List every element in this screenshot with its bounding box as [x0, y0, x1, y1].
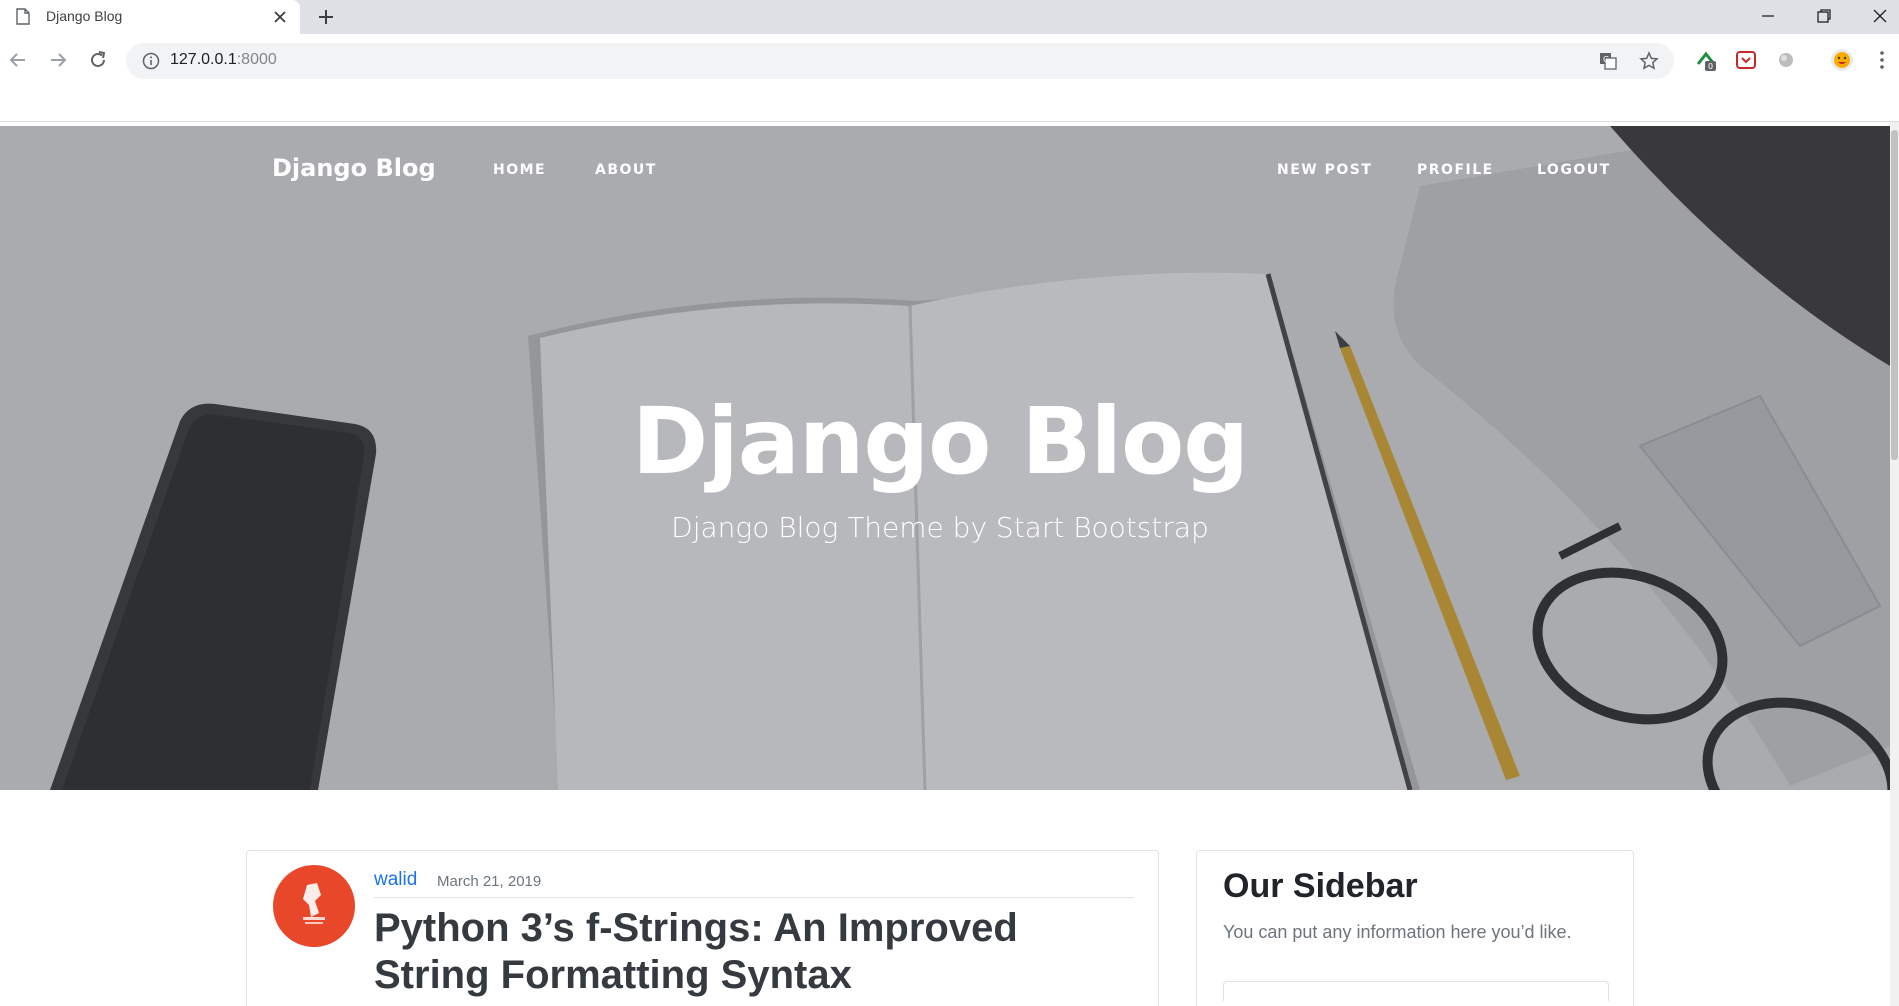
page-viewport: Django Blog Home About New Post Profile … [0, 122, 1899, 1006]
page-icon [16, 8, 30, 25]
nav-logout[interactable]: Logout [1537, 162, 1611, 178]
sidebar-title: Our Sidebar [1223, 867, 1418, 905]
post-divider [374, 897, 1134, 898]
address-bar[interactable]: 127.0.0.1:8000 G [126, 43, 1674, 79]
reload-icon[interactable] [86, 48, 110, 72]
info-icon[interactable] [142, 52, 160, 70]
scrollbar-thumb[interactable] [1891, 130, 1898, 460]
post-author-link[interactable]: walid [374, 869, 417, 891]
pocket-icon[interactable] [1734, 48, 1758, 72]
nav-about[interactable]: About [595, 162, 657, 178]
nav-home[interactable]: Home [493, 162, 546, 178]
restore-icon[interactable] [1814, 6, 1834, 26]
close-window-icon[interactable] [1870, 6, 1890, 26]
url-host: 127.0.0.1 [170, 51, 237, 68]
forward-icon[interactable] [46, 48, 70, 72]
site-navbar: Django Blog Home About New Post Profile … [0, 126, 1890, 206]
author-avatar[interactable] [273, 865, 355, 947]
profile-avatar-icon[interactable] [1830, 48, 1854, 72]
browser-tabstrip: Django Blog [0, 0, 1899, 34]
site-brand[interactable]: Django Blog [272, 154, 436, 182]
sidebar-text: You can put any information here you’d l… [1223, 922, 1572, 942]
extension-badge: 0 [1708, 62, 1713, 71]
post-card: walid March 21, 2019 Python 3’s f-String… [246, 850, 1159, 1006]
django-logo-icon [303, 883, 325, 924]
nav-new-post[interactable]: New Post [1277, 162, 1372, 178]
new-tab-icon[interactable] [316, 7, 336, 27]
browser-toolbar: 127.0.0.1:8000 G 0 [0, 34, 1899, 122]
page-scrollbar[interactable] [1890, 122, 1899, 1006]
url-text[interactable]: 127.0.0.1:8000 [170, 51, 277, 69]
nav-profile[interactable]: Profile [1417, 162, 1494, 178]
back-icon[interactable] [6, 48, 30, 72]
tab-title: Django Blog [46, 8, 123, 24]
translate-icon[interactable]: G [1598, 51, 1618, 71]
minimize-icon[interactable] [1758, 6, 1778, 26]
post-title[interactable]: Python 3’s f-Strings: An Improved String… [374, 905, 1134, 999]
bookmark-star-icon[interactable] [1639, 51, 1659, 71]
extension-circle-icon[interactable] [1774, 48, 1798, 72]
masthead: Django Blog Home About New Post Profile … [0, 126, 1890, 790]
svg-text:G: G [1603, 55, 1609, 64]
menu-kebab-icon[interactable] [1870, 48, 1894, 72]
close-tab-icon[interactable] [270, 7, 290, 27]
browser-tab[interactable]: Django Blog [0, 0, 300, 34]
url-port: :8000 [236, 51, 277, 68]
sidebar-list [1223, 981, 1609, 1001]
sidebar-card: Our Sidebar You can put any information … [1196, 850, 1634, 1006]
hero-subtitle: Django Blog Theme by Start Bootstrap [671, 511, 1209, 544]
extension-green-icon[interactable]: 0 [1694, 48, 1718, 72]
post-date: March 21, 2019 [437, 873, 542, 890]
hero-title: Django Blog [631, 388, 1249, 495]
